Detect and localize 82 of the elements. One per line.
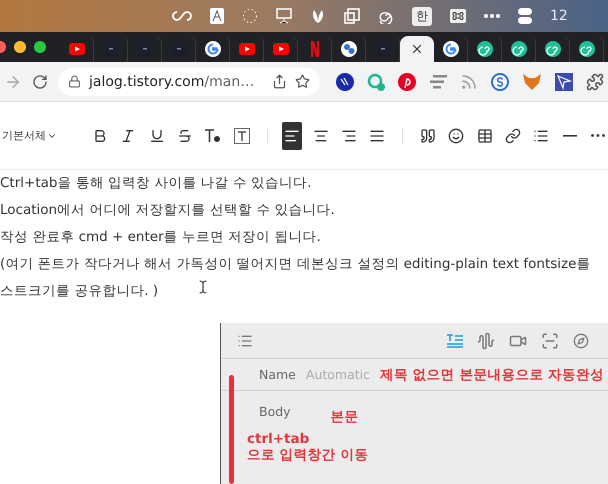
browser-tab[interactable] (400, 36, 434, 62)
s-circle-extension-icon[interactable] (491, 72, 509, 90)
play-logo-icon (238, 43, 254, 55)
smiley-icon (448, 128, 464, 144)
swirl-logo-icon (476, 41, 492, 57)
paragraph-text: 스트크기를 공유합니다. ) (0, 282, 158, 301)
format-tool[interactable] (447, 334, 463, 348)
dark-thumbnail-icon (136, 42, 152, 56)
n-logo-icon (310, 41, 320, 57)
leaf-icon[interactable] (310, 8, 326, 24)
align-center-icon (312, 128, 329, 144)
bookmark-star-icon[interactable] (295, 74, 310, 89)
close-icon[interactable] (410, 42, 424, 56)
lock-icon (68, 75, 81, 88)
paragraph-text: 작성 완료후 cmd + enter를 누르면 저장이 됩니다. (0, 228, 321, 247)
annotation-text: 본문 (330, 408, 359, 426)
circles-logo-icon (340, 41, 356, 57)
paragraph-text: Location에서 어디에 저장할지를 선택할 수 있습니다. (0, 201, 335, 220)
zoom-window-button[interactable] (34, 41, 46, 53)
waveform-icon (477, 332, 495, 350)
dark-thumbnail-icon (102, 42, 118, 56)
presentation-icon[interactable] (276, 8, 292, 24)
format-tool[interactable] (573, 332, 589, 348)
dark-thumbnail-icon (374, 42, 390, 56)
swirl-logo-icon (544, 41, 560, 57)
strikethrough-icon (177, 128, 194, 144)
list-icon[interactable] (237, 332, 253, 348)
swirl-logo-icon (578, 41, 594, 57)
quote-icon (420, 128, 436, 144)
underline-icon (148, 128, 165, 144)
fox-extension-icon[interactable] (522, 72, 542, 90)
control-center-icon[interactable] (518, 8, 532, 24)
g-logo-icon (204, 41, 220, 57)
dotted-circle-icon[interactable] (242, 8, 258, 24)
format-tool[interactable] (541, 332, 559, 350)
text-color-icon (204, 128, 222, 144)
list-icon (533, 128, 550, 144)
align-button[interactable] (282, 122, 302, 150)
annotation-text: ctrl+tab (247, 431, 310, 447)
annotation-text: 으로 입력창간 이동 (247, 447, 370, 463)
align-right-icon (341, 128, 358, 144)
play-logo-icon (272, 43, 288, 55)
align-left-icon (284, 128, 300, 144)
share-icon[interactable] (272, 74, 287, 89)
menu-clock: 12 (550, 8, 568, 24)
g-logo-icon (442, 41, 458, 57)
reload-icon[interactable] (32, 74, 48, 90)
compass-icon (573, 332, 589, 348)
text-background-icon (234, 128, 250, 144)
overlapping-squares-icon[interactable] (344, 8, 360, 24)
text-format-icon (447, 334, 463, 348)
horizontal-rule-icon (562, 134, 577, 136)
paragraph-text: Ctrl+tab을 통해 입력창 사이를 나갈 수 있습니다. (0, 174, 312, 193)
annotation-text: 제목 없으면 본문내용으로 자동완성 (380, 366, 604, 384)
link-icon (505, 128, 522, 144)
name-label: Name (259, 367, 296, 382)
more-icon[interactable] (484, 14, 500, 18)
table-icon (476, 128, 493, 144)
minimize-window-button[interactable] (14, 41, 26, 53)
font-dropdown[interactable]: 기본서체 (2, 128, 57, 143)
lines-extension-icon[interactable] (429, 74, 447, 88)
italic-icon (120, 128, 136, 144)
puzzle-extension-icon[interactable] (586, 72, 604, 90)
scan-frame-icon (541, 332, 559, 350)
url-text: jalog.tistory.com/man… (89, 74, 256, 90)
letter-a-box-icon[interactable] (210, 8, 224, 24)
input-source-indicator[interactable]: 한 (412, 6, 432, 26)
command-key-icon[interactable] (450, 9, 466, 23)
rss-extension-icon[interactable] (460, 72, 478, 90)
justify-icon (369, 128, 386, 144)
body-label: Body (259, 404, 291, 418)
paragraph-text: (여기 폰트가 작다거나 해서 가독성이 떨어지면 데본싱크 설정의 editing-plain text fontsize를 (0, 255, 590, 274)
p-logo-extension-icon[interactable] (398, 72, 416, 90)
round-logo-extension-icon[interactable] (336, 72, 354, 90)
dark-thumbnail-icon (170, 42, 186, 56)
format-tool[interactable] (477, 332, 495, 350)
address-bar[interactable]: jalog.tistory.com/man… (58, 68, 320, 96)
more-icon (591, 134, 606, 137)
infinity-icon[interactable] (172, 11, 192, 21)
swirl-logo-icon (510, 41, 526, 57)
arrow-box-extension-icon[interactable] (555, 72, 573, 90)
play-logo-icon (68, 43, 84, 55)
